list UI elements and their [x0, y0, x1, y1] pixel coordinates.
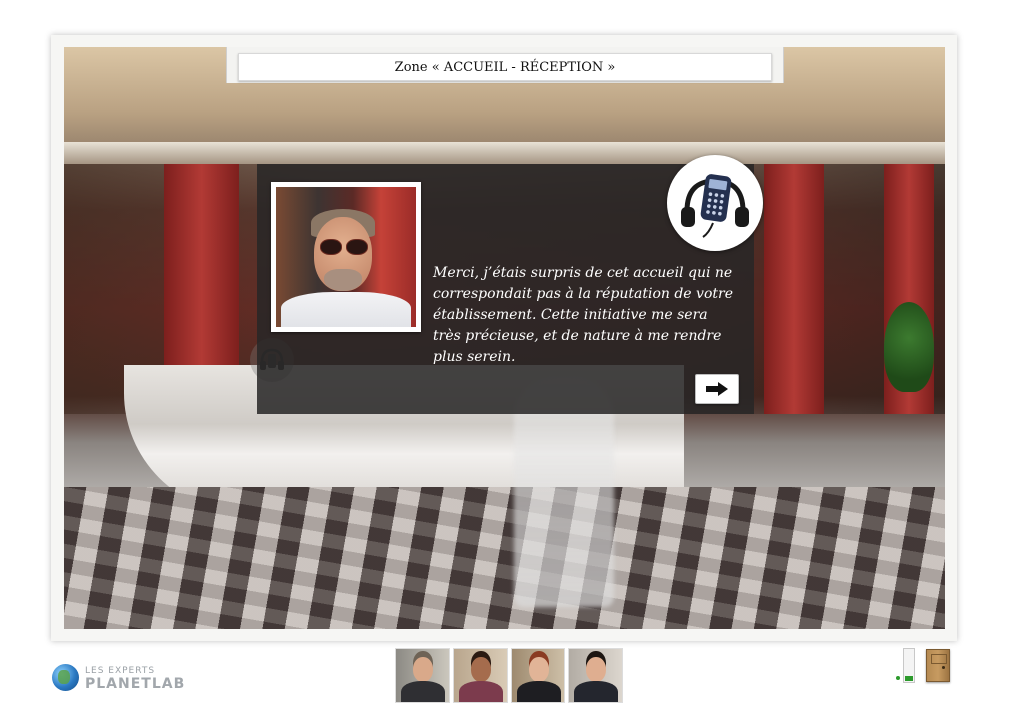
planetlab-logo: LES EXPERTS PLANETLAB — [52, 664, 184, 692]
character-thumbnail-4[interactable] — [568, 648, 623, 703]
character-thumbnail-2[interactable] — [452, 648, 508, 703]
right-arrow-icon — [706, 382, 728, 396]
logo-line1: LES EXPERTS — [85, 666, 156, 676]
dialog-text: Merci, j’étais surpris de cet accueil qu… — [433, 265, 733, 365]
headphones-audio-guide-icon[interactable] — [667, 155, 763, 251]
plant — [884, 302, 934, 392]
speaker-portrait — [271, 182, 421, 332]
progress-level-gauge — [903, 648, 915, 683]
logo-line2: PLANETLAB — [85, 676, 186, 692]
progress-level-fill — [905, 676, 913, 681]
character-thumbnails — [395, 648, 623, 703]
next-button[interactable] — [695, 374, 739, 404]
zone-title: Zone « ACCUEIL - RÉCEPTION » — [238, 53, 772, 81]
checkered-floor — [64, 487, 945, 629]
character-thumbnail-1[interactable] — [395, 648, 450, 703]
ceiling-beam — [64, 142, 945, 164]
globe-icon — [52, 664, 79, 691]
character-thumbnail-3[interactable] — [510, 648, 566, 703]
speaker-photo — [276, 187, 416, 327]
level-indicator-dot — [896, 676, 900, 680]
door-icon[interactable] — [926, 649, 950, 682]
red-column — [764, 164, 824, 414]
